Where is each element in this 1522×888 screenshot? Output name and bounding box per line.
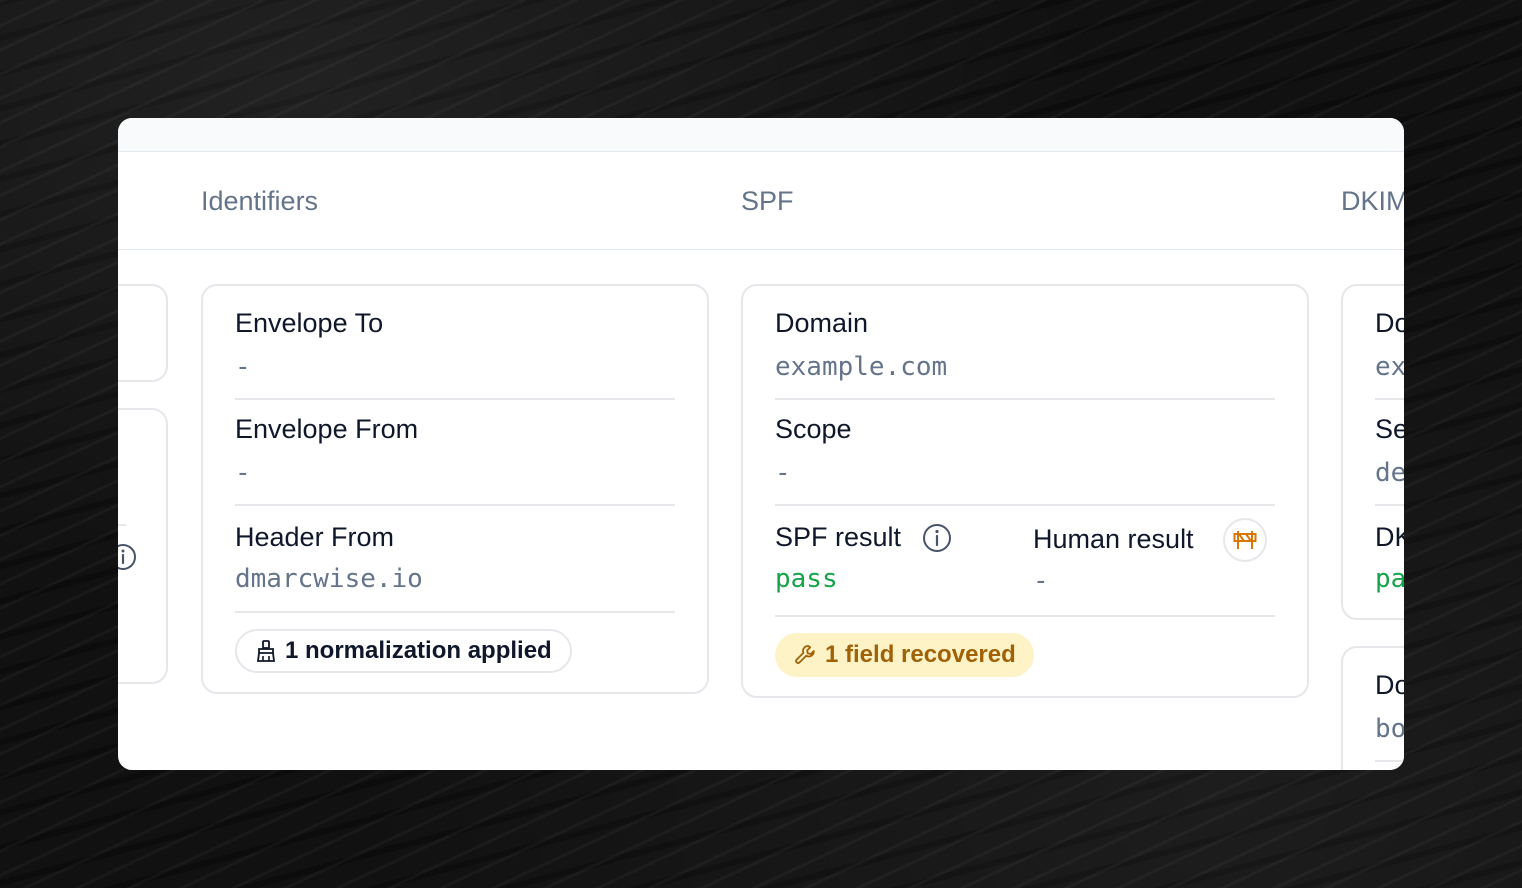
spf-domain-value: example.com	[775, 352, 948, 382]
window-topbar	[118, 118, 1404, 152]
envelope-to-label: Envelope To	[235, 308, 384, 338]
left-partial-card-1	[118, 284, 168, 382]
column-header-spf: SPF	[741, 186, 794, 216]
human-result-value: -	[1033, 566, 1049, 596]
spf-domain-field: Domain example.com	[775, 286, 1275, 400]
normalization-chip[interactable]: 1 normalization applied	[235, 629, 572, 673]
dkim-card: Domain example.com Selector default DKIM…	[1341, 284, 1404, 620]
dkim2-domain-field: Domain bounce.example.com	[1375, 648, 1404, 762]
envelope-from-value: -	[235, 458, 251, 488]
dkim-result-label: DKIM result	[1375, 522, 1404, 552]
spf-scope-label: Scope	[775, 414, 852, 444]
field-recovered-chip[interactable]: 1 field recovered	[775, 633, 1034, 677]
dkim-result-value: pass	[1375, 564, 1404, 594]
column-header-identifiers: Identifiers	[201, 186, 319, 216]
dkim-domain-label: Domain	[1375, 308, 1404, 338]
spf-scope-value: -	[775, 458, 791, 488]
info-icon[interactable]	[921, 522, 953, 554]
broom-icon	[256, 640, 276, 662]
spf-card: Domain example.com Scope - SPF result pa…	[741, 284, 1309, 698]
column-headers: Identifiers SPF DKIM	[118, 152, 1404, 250]
spf-domain-label: Domain	[775, 308, 869, 338]
identifiers-card: Envelope To - Envelope From - Header Fro…	[201, 284, 709, 694]
normalization-chip-label: 1 normalization applied	[285, 637, 552, 664]
column-header-dkim: DKIM	[1341, 186, 1404, 216]
dkim-domain-value: example.com	[1375, 352, 1404, 382]
header-from-value: dmarcwise.io	[235, 564, 423, 594]
dkim-card-2: Domain bounce.example.com	[1341, 646, 1404, 770]
divider	[118, 524, 126, 526]
dkim-domain-field: Domain example.com	[1375, 286, 1404, 400]
spf-result-row: SPF result pass Human result -	[775, 506, 1275, 617]
envelope-from-field: Envelope From -	[235, 400, 675, 506]
wrench-icon	[795, 645, 815, 664]
dkim-selector-field: Selector default	[1375, 400, 1404, 506]
envelope-to-value: -	[235, 352, 251, 382]
envelope-to-field: Envelope To -	[235, 286, 675, 400]
dkim-result-field: DKIM result pass	[1375, 506, 1404, 612]
dkim-selector-value: default	[1375, 458, 1404, 488]
info-icon[interactable]	[118, 542, 138, 572]
left-partial-card-2	[118, 408, 168, 684]
header-from-label: Header From	[235, 522, 395, 552]
human-result-label: Human result	[1033, 524, 1194, 554]
spf-result-value: pass	[775, 564, 838, 594]
header-from-field: Header From dmarcwise.io	[235, 506, 675, 613]
spf-result-label: SPF result	[775, 522, 902, 552]
dkim2-domain-value: bounce.example.com	[1375, 714, 1404, 744]
dkim-selector-label: Selector	[1375, 414, 1404, 444]
field-recovered-chip-label: 1 field recovered	[825, 641, 1016, 668]
report-window: Identifiers SPF DKIM Envelope To - Envel…	[118, 118, 1404, 770]
dkim2-domain-label: Domain	[1375, 670, 1404, 700]
envelope-from-label: Envelope From	[235, 414, 419, 444]
barrier-icon	[1233, 531, 1257, 549]
human-result-badge[interactable]	[1223, 518, 1267, 562]
spf-scope-field: Scope -	[775, 400, 1275, 506]
